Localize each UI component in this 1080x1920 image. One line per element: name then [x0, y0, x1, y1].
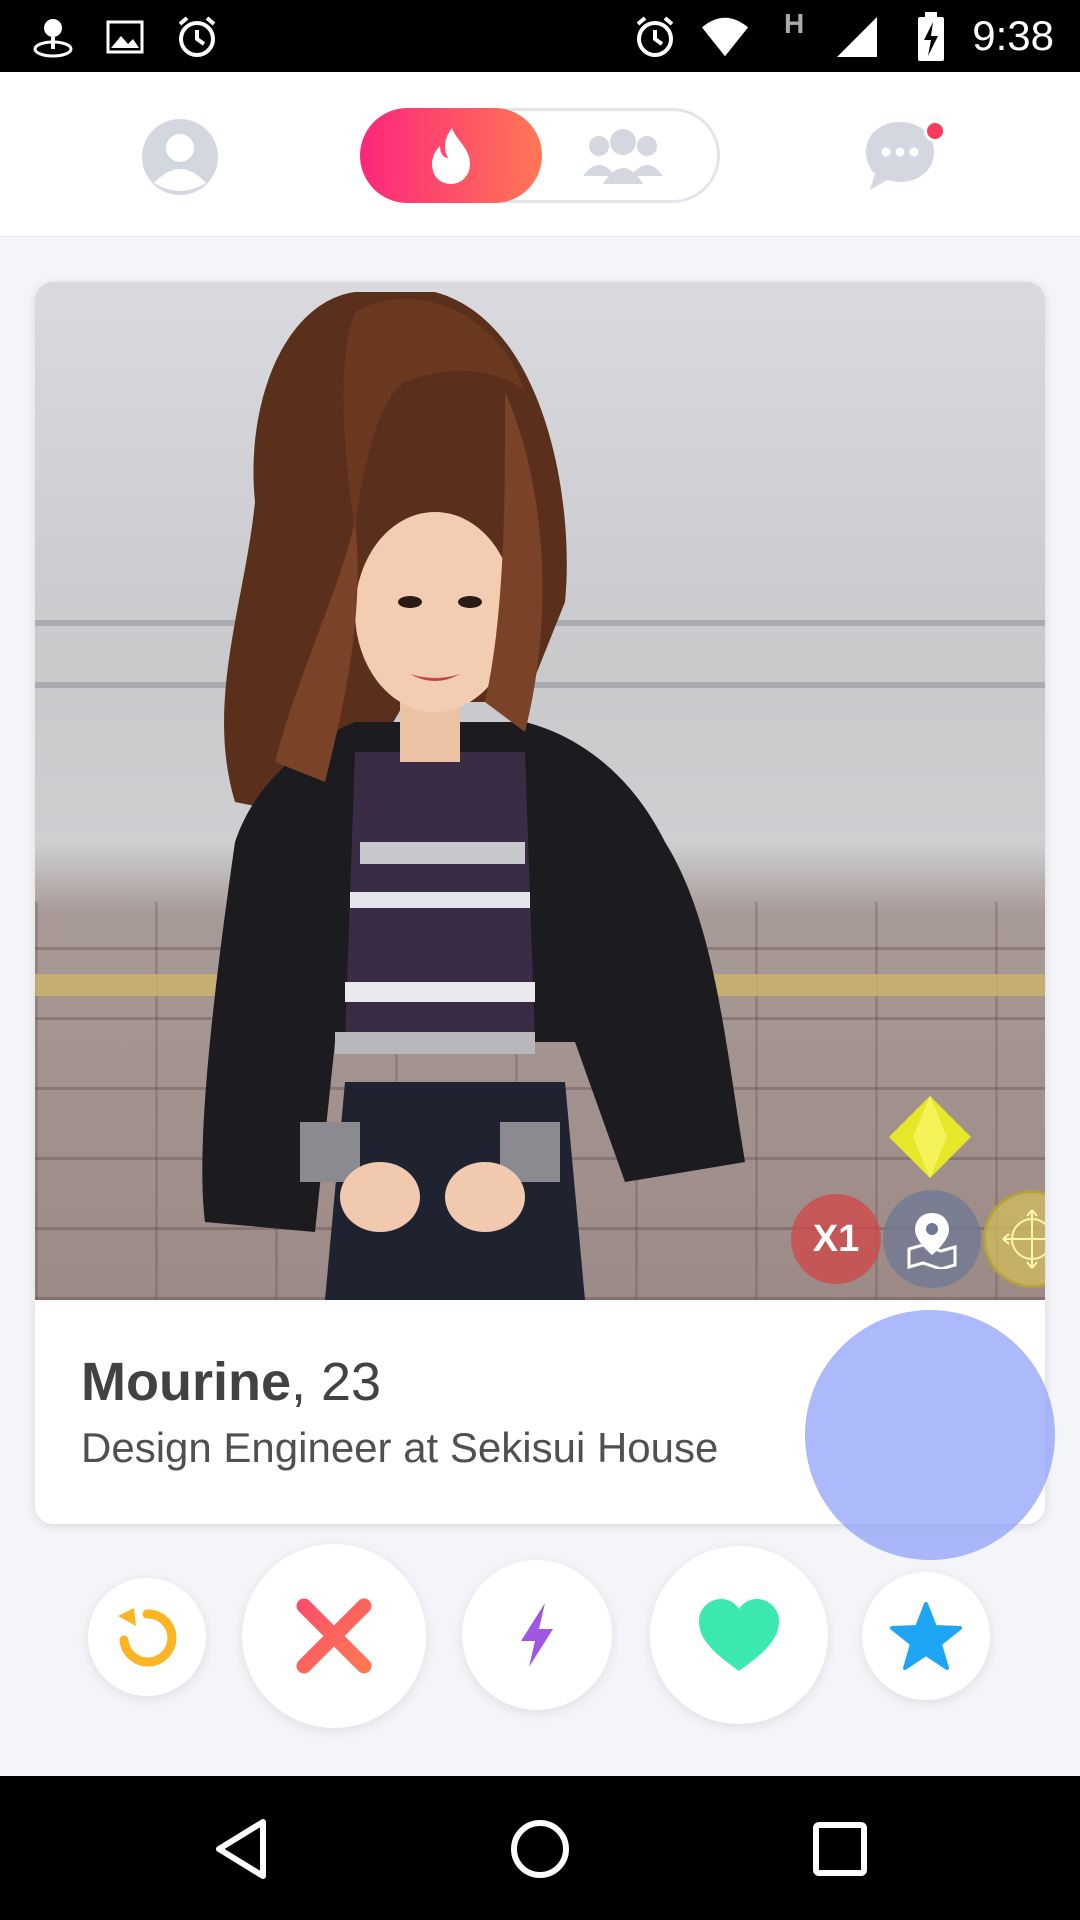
alarm-icon [172, 12, 222, 62]
status-time: 9:38 [972, 12, 1054, 59]
recents-icon [813, 1822, 867, 1876]
profile-icon [142, 119, 218, 195]
like-button[interactable] [650, 1546, 828, 1724]
person-figure [202, 292, 745, 1300]
notification-dot [924, 120, 946, 142]
profile-photo[interactable]: X1 [35, 282, 1045, 1300]
wifi-icon [700, 12, 750, 62]
rewind-icon [118, 1608, 177, 1667]
tab-discover[interactable] [360, 108, 542, 203]
location-icon [28, 12, 78, 62]
signal-icon [832, 12, 882, 62]
home-icon [511, 1820, 569, 1878]
recents-button[interactable] [805, 1814, 875, 1884]
flame-icon [432, 127, 470, 184]
tab-social[interactable] [573, 119, 673, 193]
status-bar: H 9:38 [0, 0, 1080, 72]
back-button[interactable] [206, 1814, 276, 1884]
rewind-button[interactable] [88, 1578, 206, 1696]
group-icon [583, 129, 663, 184]
battery-charging-icon [906, 12, 956, 62]
alarm-icon [630, 12, 680, 62]
profile-job: Design Engineer at Sekisui House [81, 1424, 719, 1471]
boost-button[interactable] [462, 1560, 612, 1710]
system-navigation-bar [0, 1776, 1080, 1920]
nope-button[interactable] [242, 1544, 426, 1728]
profile-button[interactable] [140, 117, 220, 197]
profile-info[interactable]: Mourine, 23 Design Engineer at Sekisui H… [81, 1350, 718, 1474]
heart-icon [699, 1599, 779, 1671]
home-button[interactable] [505, 1814, 575, 1884]
profile-age: , 23 [291, 1352, 382, 1412]
star-icon [890, 1602, 962, 1670]
view-toggle[interactable] [360, 108, 720, 203]
touch-indicator [805, 1310, 1055, 1560]
name-age: Mourine, 23 [81, 1350, 718, 1414]
messages-button[interactable] [862, 118, 946, 198]
top-navigation [0, 72, 1080, 237]
close-icon [296, 1598, 372, 1674]
superlike-button[interactable] [862, 1572, 990, 1700]
profile-name: Mourine [81, 1352, 291, 1412]
lightning-icon [521, 1603, 553, 1667]
network-type-label: H [784, 8, 805, 39]
back-icon [216, 1819, 266, 1879]
image-icon [100, 12, 150, 62]
